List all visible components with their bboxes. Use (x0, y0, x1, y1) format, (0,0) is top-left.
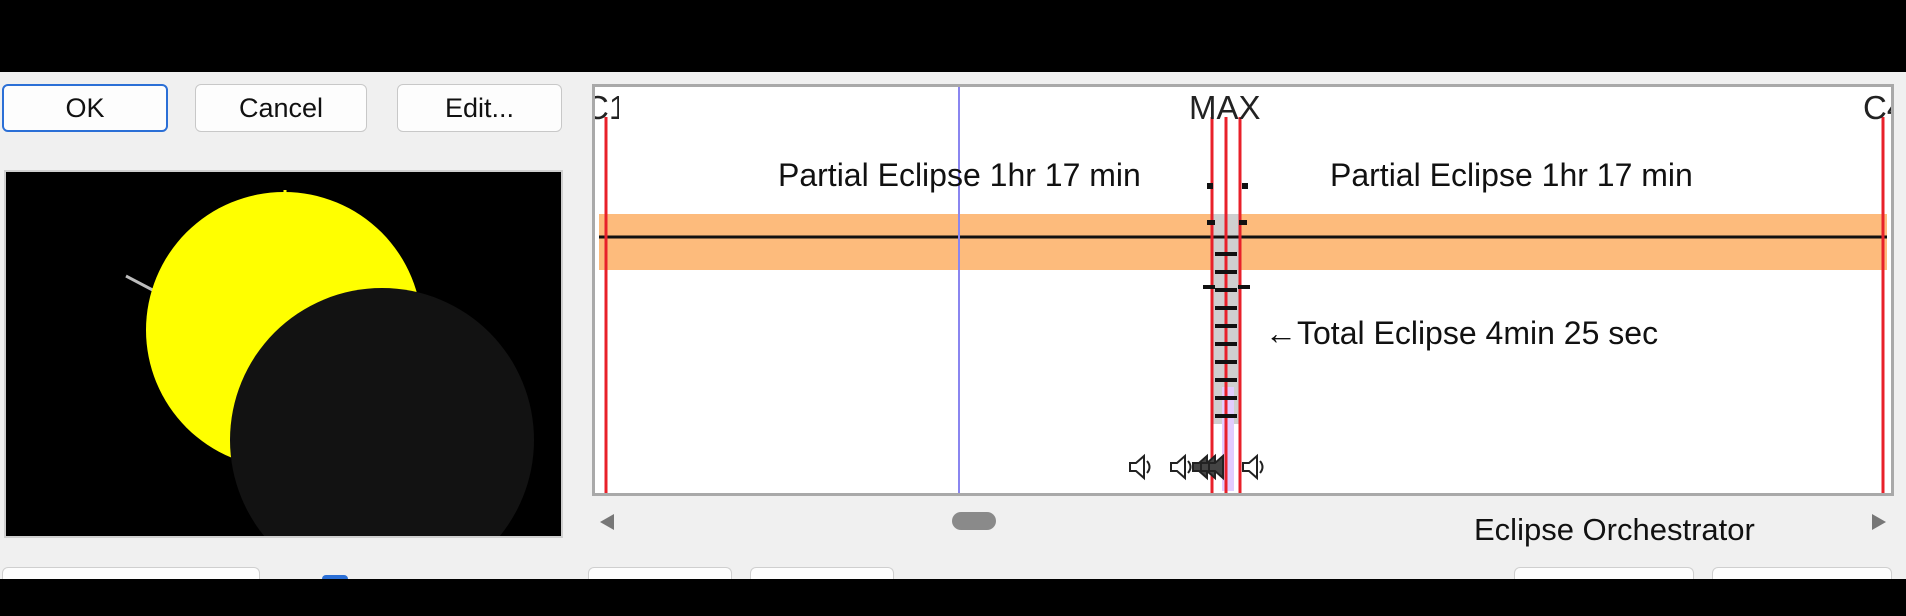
speaker-cluster-icon[interactable] (1192, 453, 1224, 481)
c1-marker-label: C1 (595, 89, 619, 126)
c4-marker-label: C4 (1863, 89, 1891, 126)
event-tick[interactable] (1203, 285, 1215, 289)
partial-eclipse-right-label: Partial Eclipse 1hr 17 min (1330, 157, 1693, 193)
event-tick[interactable] (1239, 220, 1247, 225)
partial-button[interactable] (1712, 567, 1892, 579)
eclipse-preview-drawing (125, 190, 534, 592)
speaker-icon[interactable] (1170, 453, 1192, 481)
event-tick[interactable] (1242, 183, 1248, 189)
c4-marker-label-clip: C4 (1863, 89, 1891, 127)
eclipse-preview (4, 170, 563, 592)
speaker-icon[interactable] (1129, 453, 1151, 481)
eclipse-timeline[interactable]: C1 MAX C4 Partial Eclipse 1hr 17 min Par… (592, 84, 1894, 496)
speaker-icon[interactable] (1242, 453, 1264, 481)
bottom-letterbox (0, 579, 1906, 616)
partial-eclipse-left-label: Partial Eclipse 1hr 17 min (778, 157, 1141, 193)
timeline-canvas (599, 87, 1887, 493)
main-panel: OK Cancel Edit... C1 MAX C Partial Eclip… (0, 72, 1906, 592)
total-eclipse-annotation: ←Total Eclipse 4min 25 sec (1265, 315, 1658, 352)
scrollbar-thumb[interactable] (952, 512, 996, 530)
scroll-right-arrow-icon[interactable] (1872, 514, 1886, 530)
left-arrow-icon: ← (1265, 315, 1297, 351)
event-tick[interactable] (1238, 285, 1250, 289)
partial-button[interactable] (1514, 567, 1694, 579)
app-name-label: Eclipse Orchestrator (1474, 512, 1755, 547)
event-tick[interactable] (1207, 183, 1213, 189)
ok-button[interactable]: OK (2, 84, 168, 132)
max-marker-label: MAX (1189, 89, 1261, 126)
edit-button[interactable]: Edit... (397, 84, 562, 132)
partial-button[interactable] (750, 567, 894, 579)
timeline-scrollbar[interactable]: Eclipse Orchestrator (592, 500, 1894, 556)
total-eclipse-label: Total Eclipse 4min 25 sec (1297, 315, 1659, 351)
c1-marker-label-clip: C1 (595, 89, 619, 127)
partial-button[interactable] (588, 567, 732, 579)
partial-control[interactable] (2, 567, 260, 579)
cancel-button[interactable]: Cancel (195, 84, 367, 132)
scroll-left-arrow-icon[interactable] (600, 514, 614, 530)
event-tick[interactable] (1207, 220, 1215, 225)
